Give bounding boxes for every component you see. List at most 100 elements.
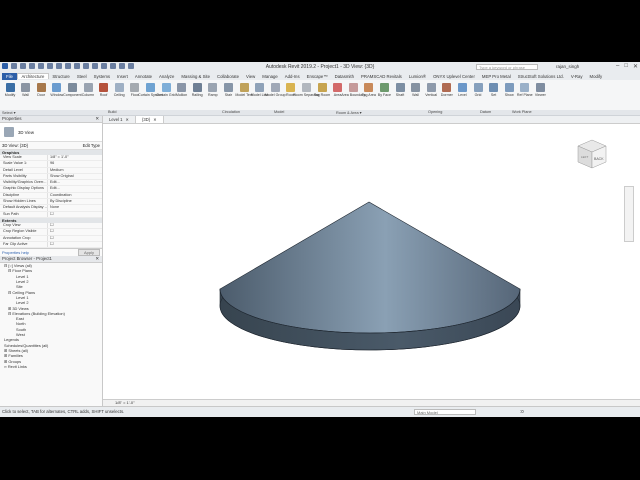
property-value[interactable]: 96 (47, 161, 102, 167)
ribbon-button-vertical[interactable]: Vertical (423, 83, 439, 97)
ribbon-button-by-face[interactable]: By Face (376, 83, 392, 97)
property-value[interactable]: None (47, 205, 102, 211)
ribbon-tab-v-ray[interactable]: V-Ray (567, 74, 586, 79)
browser-tree-item[interactable]: ∞ Revit Links (0, 364, 102, 369)
ribbon-tab-massing-site[interactable]: Massing & Site (178, 74, 214, 79)
property-value[interactable]: Medium (47, 167, 102, 173)
ribbon-button-label: Door (37, 93, 46, 97)
property-value[interactable]: Coordination (47, 192, 102, 199)
3d-view-icon (4, 127, 14, 137)
view-tab[interactable]: Level 1 ✕ (103, 116, 137, 123)
property-value[interactable]: ☐ (47, 211, 102, 217)
apply-button[interactable]: Apply (77, 249, 100, 257)
properties-help-link[interactable]: Properties help (2, 250, 29, 255)
ribbon-button-ceiling[interactable]: Ceiling (111, 83, 127, 97)
navigation-bar[interactable] (624, 186, 634, 242)
ribbon-button-column[interactable]: Column (80, 83, 96, 97)
property-value[interactable]: ☐ (47, 241, 102, 248)
ribbon-button-area-boundary[interactable]: Area Boundary (341, 83, 365, 97)
door-icon (36, 83, 46, 92)
browser-close-icon[interactable]: ✕ (95, 256, 99, 262)
ribbon-button-grid[interactable]: Grid (470, 83, 486, 97)
ribbon-tab-annotate[interactable]: Annotate (131, 74, 155, 79)
ribbon-button-ref-plane[interactable]: Ref Plane (517, 83, 533, 97)
active-model-field[interactable]: Main Model (414, 409, 476, 415)
view-tab-label: Level 1 (109, 117, 123, 122)
edit-type-button[interactable]: Edit Type (83, 143, 100, 148)
ref-plane-icon (520, 83, 530, 92)
property-value[interactable]: Edit... (47, 180, 102, 186)
ribbon-tab-mep-pro-metal[interactable]: MEP Pro Metal (478, 74, 514, 79)
property-value[interactable]: Show Original (47, 173, 102, 180)
ribbon-button-curtain-grid[interactable]: Curtain Grid (156, 83, 176, 97)
ribbon-tab-architecture[interactable]: Architecture (16, 73, 49, 79)
close-button[interactable]: ✕ (633, 63, 638, 70)
curtain-system-icon (145, 83, 155, 92)
ribbon-tab-enscape-[interactable]: Enscape™ (303, 74, 331, 79)
property-value[interactable]: Edit... (47, 186, 102, 192)
properties-close-icon[interactable]: ✕ (95, 116, 99, 122)
ribbon-button-level[interactable]: Level (454, 83, 470, 97)
view-tab[interactable]: {3D} ✕ (136, 116, 164, 123)
ribbon-button-tag-area[interactable]: Tag Area (361, 83, 377, 97)
property-value[interactable]: ☐ (47, 229, 102, 235)
ribbon-button-tag-room[interactable]: Tag Room (314, 83, 330, 97)
panel-circulation: Circulation (222, 110, 240, 114)
ribbon-tab-structure[interactable]: Structure (49, 74, 73, 79)
ribbon-tab-analyze[interactable]: Analyze (156, 74, 178, 79)
ribbon-tab-modify[interactable]: Modify (586, 74, 606, 79)
ribbon-tab-lumion-[interactable]: Lumion® (405, 74, 429, 79)
ribbon-button-dormer[interactable]: Dormer (439, 83, 455, 97)
ribbon-tab-systems[interactable]: Systems (90, 74, 113, 79)
ribbon-tab-steel[interactable]: Steel (73, 74, 90, 79)
ribbon-button-door[interactable]: Door (33, 83, 49, 97)
ribbon-button-ramp[interactable]: Ramp (205, 83, 221, 97)
ribbon-button-viewer[interactable]: Viewer (532, 83, 548, 97)
ribbon-tab-datasmith[interactable]: Datasmith (331, 74, 357, 79)
view-tab-close-icon[interactable]: ✕ (126, 116, 130, 123)
ribbon-tab-collaborate[interactable]: Collaborate (214, 74, 243, 79)
property-value[interactable]: ☐ (47, 235, 102, 241)
panel-room-area[interactable]: Room & Area ▾ (336, 110, 362, 115)
ribbon-tab-structsoft-solutions-ltd-[interactable]: StructSoft Solutions Ltd. (514, 74, 567, 79)
property-value[interactable]: 1/8" = 1'-0" (47, 155, 102, 161)
ribbon-button-stair[interactable]: Stair (220, 83, 236, 97)
user-name[interactable]: rajan_singh (556, 64, 579, 69)
ribbon-button-model-group[interactable]: Model Group (265, 83, 286, 97)
property-value[interactable]: ☐ (47, 222, 102, 229)
view-tab-close-icon[interactable]: ✕ (153, 116, 157, 123)
ribbon-button-room-separator[interactable]: Room Separator (293, 83, 320, 97)
type-selector[interactable]: 3D View (0, 123, 102, 142)
maximize-button[interactable]: □ (624, 63, 628, 70)
ribbon-tab-pramscad-revitals[interactable]: PRAMSCAD Revitals (357, 74, 405, 79)
ribbon-button-shaft[interactable]: Shaft (392, 83, 408, 97)
property-value[interactable]: By Discipline (47, 199, 102, 205)
ribbon-tab-add-ins[interactable]: Add-Ins (281, 74, 303, 79)
ribbon-button-component[interactable]: Component (63, 83, 82, 97)
ribbon-button-mullion[interactable]: Mullion (174, 83, 190, 97)
view-scale[interactable]: 1/8" = 1'-0" (115, 400, 135, 405)
ribbon-button-show[interactable]: Show (501, 83, 517, 97)
mullion-icon (177, 83, 187, 92)
ribbon-button-modify[interactable]: Modify (2, 83, 18, 97)
ribbon-button-wall[interactable]: Wall (408, 83, 424, 97)
ribbon-tab-onyx-uplevel-center[interactable]: ONYX Uplevel Center (430, 74, 479, 79)
ceiling-icon (114, 83, 124, 92)
instance-selector[interactable]: 3D View: {3D} Edit Type (0, 142, 102, 150)
view-cube[interactable]: BACK LEFT (572, 136, 612, 178)
ribbon-tab-manage[interactable]: Manage (259, 74, 282, 79)
column-icon (83, 83, 93, 92)
ribbon-button-model-text[interactable]: Model Text (235, 83, 253, 97)
cone-model[interactable] (103, 124, 640, 399)
3d-viewport[interactable]: BACK LEFT (103, 124, 640, 399)
search-input[interactable]: Type a keyword or phrase (476, 64, 538, 70)
ribbon-button-set[interactable]: Set (486, 83, 502, 97)
ribbon-tab-view[interactable]: View (243, 74, 259, 79)
ribbon-tab-insert[interactable]: Insert (114, 74, 132, 79)
ribbon-button-wall[interactable]: Wall (18, 83, 34, 97)
ribbon-button-railing[interactable]: Railing (189, 83, 205, 97)
panel-select[interactable]: Select ▾ (2, 110, 16, 115)
ribbon-button-roof[interactable]: Roof (96, 83, 112, 97)
minimize-button[interactable]: – (616, 63, 619, 70)
ribbon-tab-file[interactable]: File (2, 72, 17, 80)
